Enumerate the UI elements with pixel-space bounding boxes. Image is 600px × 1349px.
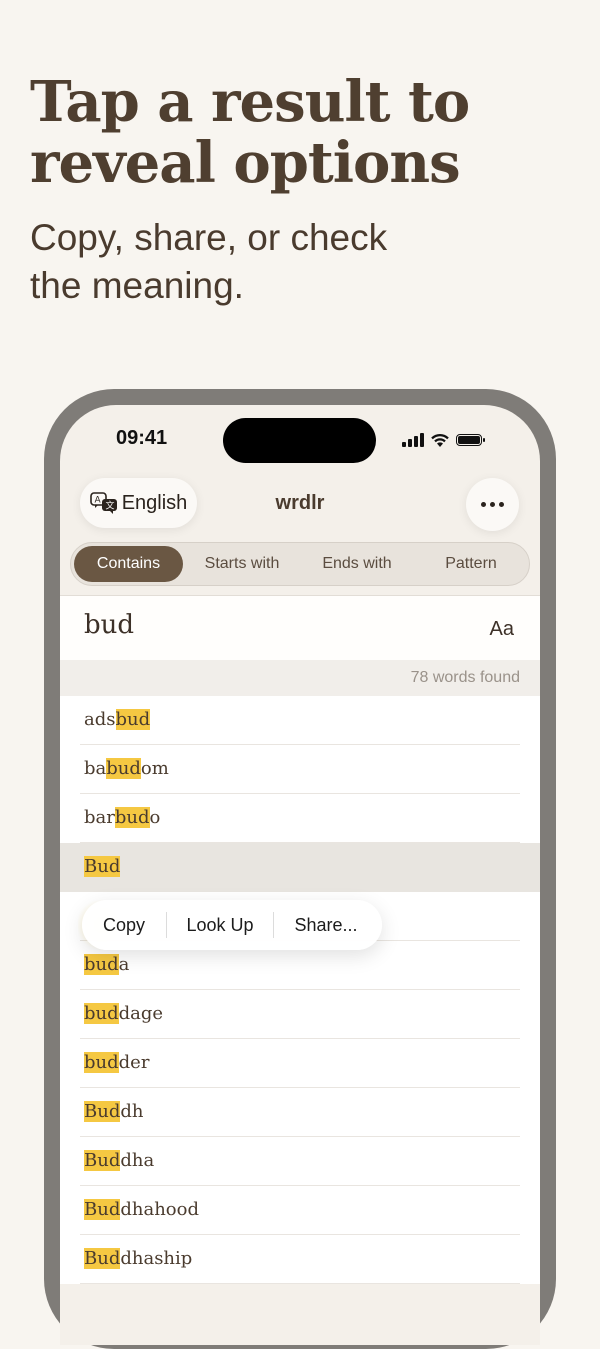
result-word: Buddh xyxy=(84,1101,143,1122)
word-match-highlight: bud xyxy=(115,709,151,730)
tab-starts-with[interactable]: Starts with xyxy=(188,546,296,582)
tab-contains[interactable]: Contains xyxy=(74,546,183,582)
word-suffix: dh xyxy=(120,1101,144,1122)
result-row[interactable]: Buddha xyxy=(60,1137,540,1186)
word-suffix: dha xyxy=(120,1150,155,1171)
results-list: adsbud babudom barbudo Bud buda buddage budder… xyxy=(60,696,540,1284)
tab-pattern[interactable]: Pattern xyxy=(417,546,525,582)
look-up-button[interactable]: Look Up xyxy=(167,915,273,936)
result-word: buda xyxy=(84,954,129,975)
results-count-bar: 78 words found xyxy=(60,660,540,696)
word-suffix: o xyxy=(149,807,161,828)
promo-headline: Tap a result to reveal options xyxy=(30,72,570,194)
search-bar: bud Aa xyxy=(60,595,540,661)
word-match-highlight: bud xyxy=(114,807,150,828)
promo-subline: Copy, share, or check the meaning. xyxy=(30,214,550,310)
status-icons xyxy=(402,431,485,449)
context-menu: Copy Look Up Share... xyxy=(82,900,382,950)
result-word: Buddha xyxy=(84,1150,154,1171)
search-input[interactable]: bud xyxy=(84,610,134,640)
copy-button[interactable]: Copy xyxy=(82,915,166,936)
word-prefix: bar xyxy=(84,807,115,828)
result-row[interactable]: barbudo xyxy=(60,794,540,843)
result-word: adsbud xyxy=(84,709,151,730)
result-row[interactable]: babudom xyxy=(60,745,540,794)
result-word: budder xyxy=(84,1052,149,1073)
word-match-highlight: Bud xyxy=(84,1248,121,1269)
word-suffix: dage xyxy=(118,1003,164,1024)
word-match-highlight: bud xyxy=(84,954,119,975)
word-match-highlight: Bud xyxy=(84,856,121,877)
word-suffix: om xyxy=(140,758,169,779)
subline-line-2: the meaning. xyxy=(30,265,244,306)
result-row[interactable]: Buddhahood xyxy=(60,1186,540,1235)
word-prefix: ba xyxy=(84,758,107,779)
word-match-highlight: bud xyxy=(84,1052,119,1073)
status-time: 09:41 xyxy=(116,427,168,449)
word-suffix: der xyxy=(118,1052,150,1073)
word-match-highlight: Bud xyxy=(84,1199,121,1220)
search-mode-tabs: Contains Starts with Ends with Pattern xyxy=(70,542,530,586)
word-suffix: dhahood xyxy=(120,1199,199,1220)
word-prefix: ads xyxy=(84,709,116,730)
more-button[interactable] xyxy=(466,478,519,531)
result-row[interactable]: Buddhaship xyxy=(60,1235,540,1284)
result-row[interactable]: budder xyxy=(60,1039,540,1088)
font-size-button[interactable]: Aa xyxy=(490,618,514,641)
headline-line-1: Tap a result to xyxy=(30,69,470,135)
word-match-highlight: Bud xyxy=(84,1150,121,1171)
phone-screen: 09:41 A 文 English wrdlr Contains Starts … xyxy=(60,405,540,1345)
word-match-highlight: Bud xyxy=(84,1101,121,1122)
battery-icon xyxy=(456,434,485,446)
result-word: Buddhahood xyxy=(84,1199,199,1220)
cellular-signal-icon xyxy=(402,433,424,447)
result-word: buddage xyxy=(84,1003,163,1024)
result-word: barbudo xyxy=(84,807,160,828)
ellipsis-icon xyxy=(481,502,486,507)
result-row[interactable]: adsbud xyxy=(60,696,540,745)
word-match-highlight: bud xyxy=(106,758,141,779)
word-match-highlight: bud xyxy=(84,1003,119,1024)
result-word: Buddhaship xyxy=(84,1248,192,1269)
results-count: 78 words found xyxy=(410,669,520,686)
subline-line-1: Copy, share, or check xyxy=(30,217,388,258)
result-row[interactable]: Buddh xyxy=(60,1088,540,1137)
word-suffix: a xyxy=(118,954,130,975)
word-suffix: dhaship xyxy=(120,1248,193,1269)
dynamic-island xyxy=(223,418,376,463)
tab-ends-with[interactable]: Ends with xyxy=(303,546,411,582)
result-word: babudom xyxy=(84,758,169,779)
headline-line-2: reveal options xyxy=(30,130,461,196)
result-row[interactable]: buddage xyxy=(60,990,540,1039)
result-word: Bud xyxy=(84,856,121,877)
result-row[interactable]: Bud xyxy=(60,843,540,892)
wifi-icon xyxy=(431,433,449,447)
share-button[interactable]: Share... xyxy=(274,915,378,936)
